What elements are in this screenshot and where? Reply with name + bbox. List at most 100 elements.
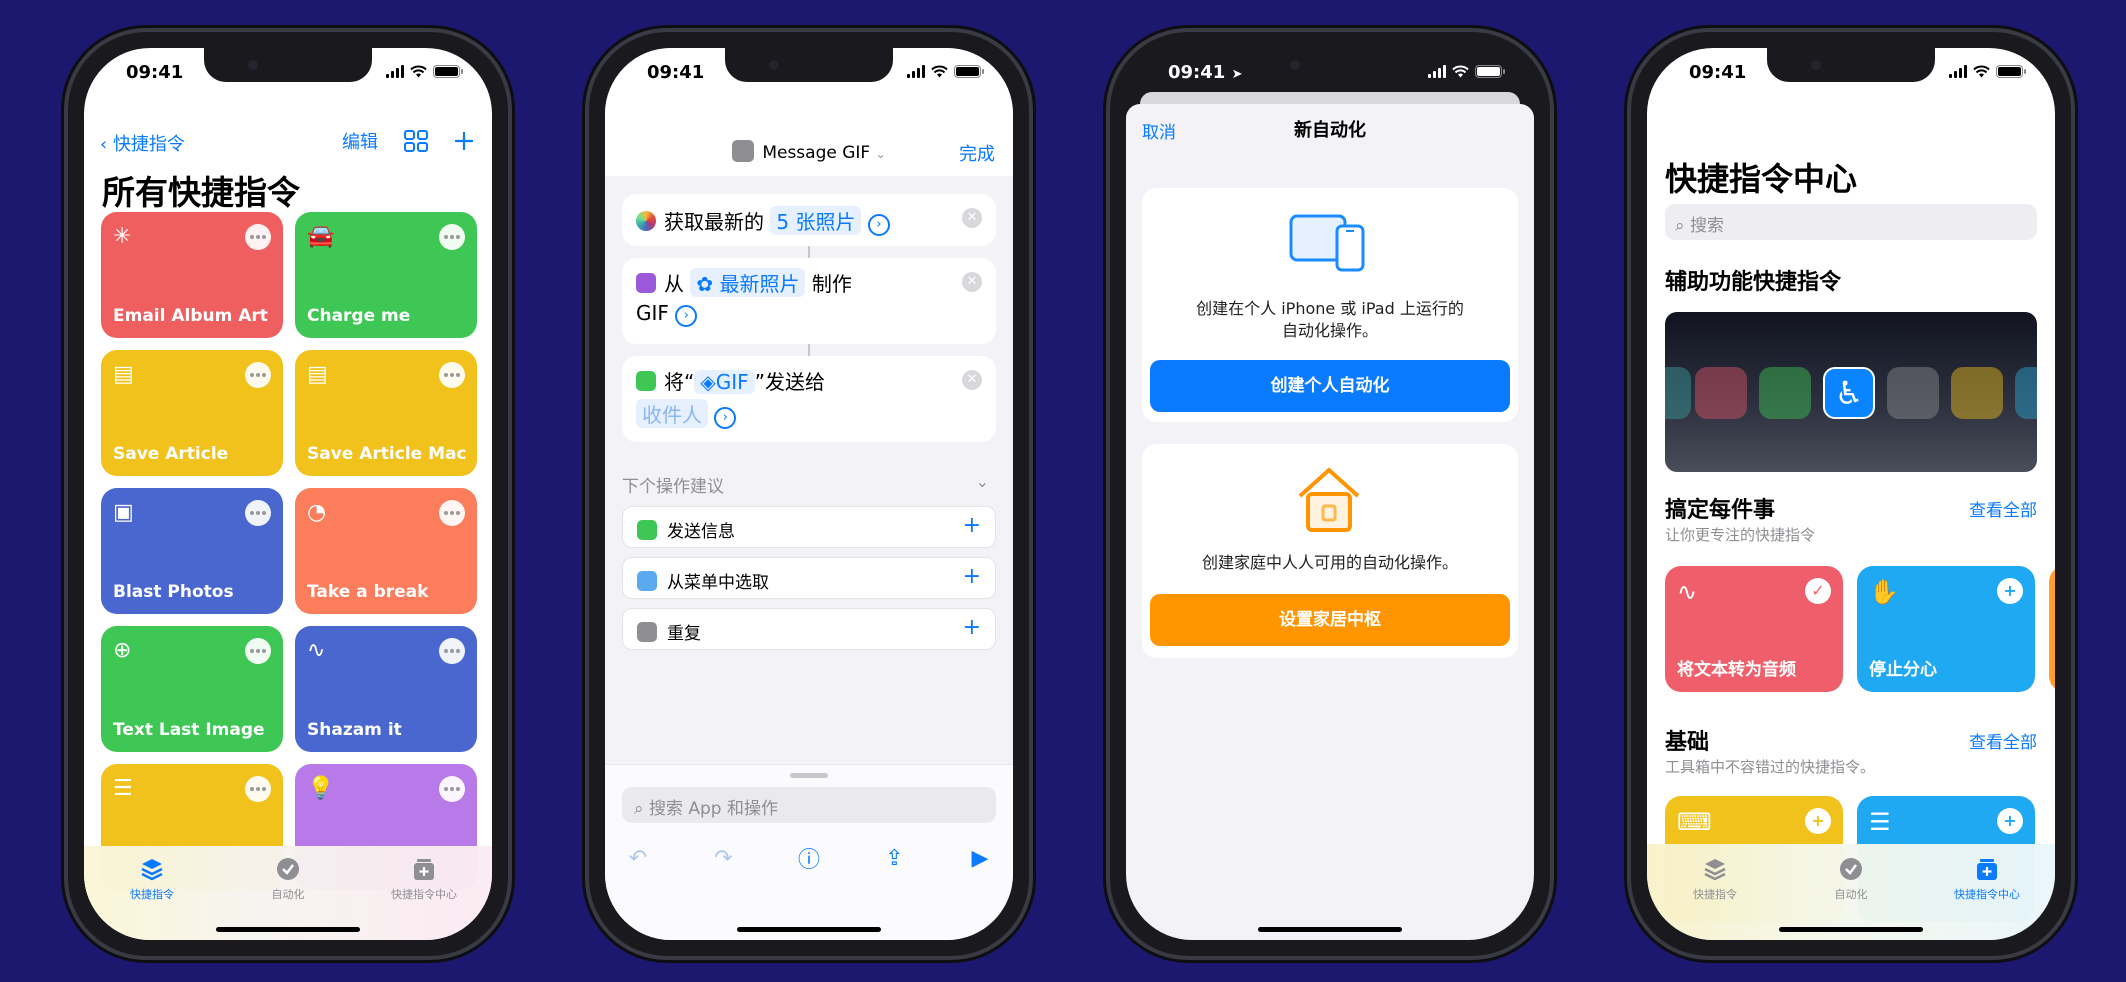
chevron-right-icon[interactable]: › [714, 407, 737, 429]
more-icon[interactable] [439, 776, 465, 802]
gallery-icon [1977, 859, 1997, 880]
notch [1246, 48, 1414, 82]
gallery-card[interactable]: ✋ + 停止分心 [1857, 566, 2035, 692]
chevron-right-icon[interactable]: › [867, 214, 890, 236]
shortcut-card[interactable]: ⊕ Text Last Image [101, 626, 283, 752]
see-all-link[interactable]: 查看全部 [1969, 728, 2037, 753]
redo-icon[interactable]: ↷ [711, 845, 737, 871]
editor-toolbar: ↶ ↷ ⓘ ⇪ ▶ [625, 845, 993, 874]
accessibility-section-title: 辅助功能快捷指令 [1665, 270, 1842, 295]
action-text: GIF [636, 301, 669, 325]
more-icon[interactable] [439, 500, 465, 526]
search-placeholder: 搜索 [1689, 216, 1724, 236]
messages-icon [637, 520, 657, 540]
shortcut-card[interactable]: ▤ Save Article Mac [295, 350, 477, 476]
shortcut-card[interactable]: ▤ Save Article [101, 350, 283, 476]
suggestion-repeat[interactable]: 重复 + [622, 608, 996, 650]
add-icon[interactable]: + [1805, 808, 1831, 834]
action-get-latest-photos[interactable]: 获取最新的 5 张照片 › ✕ [622, 194, 996, 246]
checkmark-icon[interactable]: ✓ [1805, 578, 1831, 604]
screen: 09:41 Message GIF ⌄ 完成 获取最新的 5 张照片 › ✕ 从… [605, 48, 1013, 940]
see-all-link[interactable]: 查看全部 [1969, 496, 2037, 521]
shortcut-card[interactable]: ∿ Shazam it [295, 626, 477, 752]
chevron-right-icon[interactable]: › [675, 305, 698, 327]
tab-shortcuts[interactable]: 快捷指令 [97, 856, 207, 940]
more-icon[interactable] [245, 362, 271, 388]
photo-count-token[interactable]: 5 张照片 [770, 206, 862, 235]
sliders-icon [1951, 367, 2003, 419]
phone-gallery: 09:41 快捷指令中心 ⌕ 搜索 辅助功能快捷指令 ♿ 搞定每件事 让你更专注… [1627, 28, 2075, 960]
shortcut-label: Save Article [113, 444, 229, 464]
more-icon[interactable] [439, 224, 465, 250]
action-send-message[interactable]: 将“ ◈GIF ”发送给 收件人 › ✕ [622, 356, 996, 442]
back-label: 快捷指令 [112, 134, 185, 155]
recipient-field[interactable]: 收件人 [636, 399, 708, 428]
collapse-chevron-icon[interactable]: ⌄ [976, 472, 989, 491]
message-plus-icon: ⊕ [113, 638, 132, 663]
action-text: 从 [664, 272, 684, 296]
tab-label: 快捷指令 [130, 888, 174, 901]
info-icon[interactable]: ⓘ [796, 845, 822, 873]
add-icon[interactable]: + [963, 615, 981, 640]
gallery-icon [414, 859, 434, 880]
accessibility-banner[interactable]: ♿ [1665, 312, 2037, 472]
section-subtitle: 让你更专注的快捷指令 [1665, 526, 1816, 544]
more-icon[interactable] [245, 500, 271, 526]
add-icon[interactable]: + [963, 513, 981, 538]
play-icon[interactable]: ▶ [967, 845, 993, 871]
shortcut-label: Email Album Art [113, 306, 268, 326]
personal-automation-section: 创建在个人 iPhone 或 iPad 上运行的 自动化操作。 创建个人自动化 [1142, 188, 1518, 422]
done-button[interactable]: 完成 [959, 140, 995, 166]
shortcut-name-menu[interactable]: Message GIF ⌄ [605, 140, 1013, 163]
latest-photos-token[interactable]: ✿ 最新照片 [690, 268, 806, 297]
personal-automation-description: 创建在个人 iPhone 或 iPad 上运行的 自动化操作。 [1196, 299, 1464, 340]
setup-home-hub-button[interactable]: 设置家居中枢 [1150, 594, 1510, 646]
list-icon: ☰ [1869, 808, 1891, 836]
add-icon[interactable] [454, 131, 474, 151]
sheet-grabber[interactable] [790, 773, 828, 778]
wifi-icon [931, 65, 948, 77]
shortcut-card[interactable]: ◔ Take a break [295, 488, 477, 614]
gallery-search-input[interactable]: ⌕ 搜索 [1665, 204, 2037, 240]
suggestion-send-message[interactable]: 发送信息 + [622, 506, 996, 548]
add-icon[interactable]: + [1997, 578, 2023, 604]
remove-action-icon[interactable]: ✕ [962, 370, 982, 390]
more-icon[interactable] [245, 776, 271, 802]
action-make-gif[interactable]: 从 ✿ 最新照片 制作 GIF › ✕ [622, 258, 996, 344]
more-icon[interactable] [245, 224, 271, 250]
gif-token[interactable]: ◈GIF [694, 370, 755, 394]
suggestion-label: 重复 [667, 624, 701, 644]
undo-icon[interactable]: ↶ [625, 845, 651, 871]
suggestion-choose-from-menu[interactable]: 从菜单中选取 + [622, 557, 996, 599]
gallery-card[interactable]: ∿ ✓ 将文本转为音频 [1665, 566, 1843, 692]
shortcut-name: Message GIF [762, 143, 871, 163]
more-icon[interactable] [439, 362, 465, 388]
tab-shortcuts[interactable]: 快捷指令 [1660, 856, 1770, 940]
remove-action-icon[interactable]: ✕ [962, 272, 982, 292]
edit-button[interactable]: 编辑 [342, 128, 378, 154]
screen: 09:41 快捷指令中心 ⌕ 搜索 辅助功能快捷指令 ♿ 搞定每件事 让你更专注… [1647, 48, 2055, 940]
shortcut-card[interactable]: ▣ Blast Photos [101, 488, 283, 614]
more-icon[interactable] [439, 638, 465, 664]
shortcut-card[interactable]: ✳ Email Album Art [101, 212, 283, 338]
photos-icon: ✿ [696, 272, 714, 296]
tab-gallery[interactable]: 快捷指令中心 [1932, 856, 2042, 940]
add-icon[interactable]: + [963, 564, 981, 589]
action-search-sheet: ⌕ 搜索 App 和操作 ↶ ↷ ⓘ ⇪ ▶ [605, 764, 1013, 940]
shortcut-card[interactable]: 🚘 Charge me [295, 212, 477, 338]
new-automation-sheet: 取消 新自动化 创建在个人 iPhone 或 iPad 上运行的 自动化操作。 创… [1126, 104, 1534, 940]
battery-icon [433, 64, 463, 78]
shortcut-label: Take a break [307, 582, 429, 602]
remove-action-icon[interactable]: ✕ [962, 208, 982, 228]
waveform-icon: ∿ [307, 638, 326, 663]
more-icon[interactable] [245, 638, 271, 664]
add-icon[interactable]: + [1997, 808, 2023, 834]
back-button[interactable]: ‹ 快捷指令 [100, 130, 185, 156]
tab-gallery[interactable]: 快捷指令中心 [369, 856, 479, 940]
token-label: 最新照片 [719, 272, 800, 296]
waveform-icon: ∿ [1677, 578, 1698, 606]
action-search-input[interactable]: ⌕ 搜索 App 和操作 [622, 787, 996, 823]
share-icon[interactable]: ⇪ [882, 845, 908, 871]
grid-view-icon[interactable] [404, 130, 428, 152]
create-personal-automation-button[interactable]: 创建个人自动化 [1150, 360, 1510, 412]
